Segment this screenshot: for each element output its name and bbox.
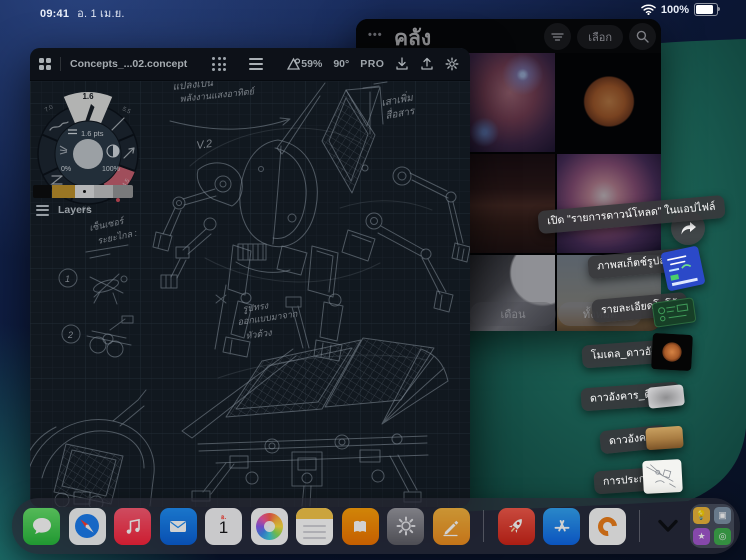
dock-app-music[interactable] <box>114 508 151 545</box>
dock-app-books[interactable] <box>342 508 379 545</box>
shape-guide-button[interactable] <box>286 57 301 72</box>
pen-icon <box>439 514 463 538</box>
music-icon <box>122 515 144 537</box>
search-icon <box>636 30 649 43</box>
status-bar: 09:41 อ. 1 เม.ย. 100% <box>0 0 746 20</box>
dock-app-messages[interactable] <box>23 508 60 545</box>
sketch-number-1: 1 <box>65 274 70 284</box>
dock-app-notes[interactable] <box>296 508 333 545</box>
layer-stack-button[interactable] <box>249 58 263 71</box>
chevron-down-icon <box>657 519 679 533</box>
tool-size-left: 7.0 <box>44 104 55 114</box>
dock-app-settings[interactable] <box>387 508 424 545</box>
mini-camera-icon: ▣ <box>714 507 731 524</box>
assembly-sketch-art <box>642 459 683 494</box>
gallery-grid-button[interactable] <box>39 58 51 70</box>
annotation-version: V.2 <box>196 138 213 152</box>
pro-badge[interactable]: PRO <box>360 58 384 70</box>
dock-app-library[interactable]: 💡 ▣ ★ ◎ <box>690 504 734 548</box>
photo-mars-globe[interactable] <box>557 53 661 152</box>
precision-grid-button[interactable] <box>212 57 226 71</box>
dock-app-concepts[interactable] <box>589 508 626 545</box>
dock-app-mail[interactable] <box>160 508 197 545</box>
swatch-gray[interactable] <box>113 185 133 198</box>
zoom-level[interactable]: 59% <box>301 58 322 70</box>
dock-collapse-button[interactable] <box>654 512 682 540</box>
dock-divider <box>639 510 640 542</box>
dock-app-photos[interactable] <box>251 508 288 545</box>
drag-thumb-sticker-blue[interactable] <box>660 245 705 291</box>
tool-size-right: 5.5 <box>121 106 132 115</box>
concepts-icon <box>594 513 621 540</box>
sticker-blue-art <box>660 245 705 291</box>
dock-app-rocket[interactable] <box>498 508 535 545</box>
swatch-white-selected[interactable] <box>75 185 94 198</box>
dock-app-safari[interactable] <box>69 508 106 545</box>
divider <box>60 57 61 71</box>
sketch-number-2: 2 <box>67 330 73 340</box>
filter-button[interactable] <box>544 23 571 50</box>
calendar-day: 1 <box>205 518 242 538</box>
concepts-toolbar: Concepts_...02.concept 59% 90° PRO ? <box>30 48 470 81</box>
mail-icon <box>166 514 190 538</box>
dock-app-calendar[interactable]: อ. 1 <box>205 508 242 545</box>
concepts-sketch-window: แปลงเป็น พลังงานแสงอาทิตย์ เสาเพิ่ม สื่อ… <box>30 48 470 507</box>
swatch-black[interactable] <box>33 185 51 198</box>
import-icon[interactable] <box>395 57 409 71</box>
swatch-gold[interactable] <box>52 185 75 198</box>
battery-icon <box>694 3 718 16</box>
photos-flower-icon <box>256 513 283 540</box>
document-title[interactable]: Concepts_...02.concept <box>70 58 187 70</box>
safari-icon <box>72 511 102 541</box>
color-swatch-strip <box>33 185 133 198</box>
mini-tips-icon: 💡 <box>693 507 710 524</box>
status-date: อ. 1 เม.ย. <box>77 8 124 20</box>
select-button[interactable]: เลือก <box>577 25 623 49</box>
search-button[interactable] <box>629 23 656 50</box>
filter-icon <box>551 32 564 42</box>
clock: 09:41 <box>40 8 69 20</box>
dock-app-appstore[interactable] <box>543 508 580 545</box>
more-options-button[interactable]: ••• <box>368 29 383 41</box>
active-size-label: 1.6 <box>82 92 94 101</box>
mini-star-icon: ★ <box>693 528 710 545</box>
dock: อ. 1 💡 ▣ ★ ◎ <box>12 498 740 554</box>
battery-percent: 100% <box>661 4 689 16</box>
drag-thumb-assembly-sketch[interactable] <box>642 459 683 494</box>
layers-icon <box>36 205 49 216</box>
swatch-lightgray[interactable] <box>94 185 113 198</box>
wheel-center-knob[interactable] <box>73 139 103 169</box>
settings-gear-icon[interactable] <box>445 57 459 71</box>
dock-divider <box>483 510 484 542</box>
appstore-icon <box>550 514 574 538</box>
rotation-value[interactable]: 90° <box>333 58 349 70</box>
opacity-max-label: 100% <box>102 166 120 173</box>
layers-label: Layers <box>58 204 92 216</box>
export-icon[interactable] <box>420 57 434 71</box>
selected-dot <box>83 190 86 193</box>
drag-thumb-mars-photo[interactable] <box>645 426 683 451</box>
smoothing-min-label: 0% <box>61 166 71 173</box>
forward-arrow-icon <box>680 221 697 236</box>
notes-icon <box>296 508 333 519</box>
segment-months[interactable]: เดือน <box>470 302 556 326</box>
mini-game-icon: ◎ <box>714 528 731 545</box>
layers-panel-header[interactable]: Layers <box>36 204 92 216</box>
ipad-screen: { "status_bar": { "time": "09:41", "date… <box>0 0 746 560</box>
drag-thumb-mars-model[interactable] <box>651 333 693 371</box>
dock-app-sketch-pen[interactable] <box>433 508 470 545</box>
books-icon <box>348 514 372 538</box>
drag-thumb-logo-green[interactable] <box>651 297 696 328</box>
logo-green-art <box>653 298 696 326</box>
settings-gear-icon <box>394 514 418 538</box>
messages-icon <box>30 514 54 538</box>
rocket-icon <box>504 514 528 538</box>
wifi-icon <box>641 4 656 15</box>
drag-thumb-deimos[interactable] <box>647 384 685 409</box>
stroke-width-label: 1.6 pts <box>81 129 104 138</box>
